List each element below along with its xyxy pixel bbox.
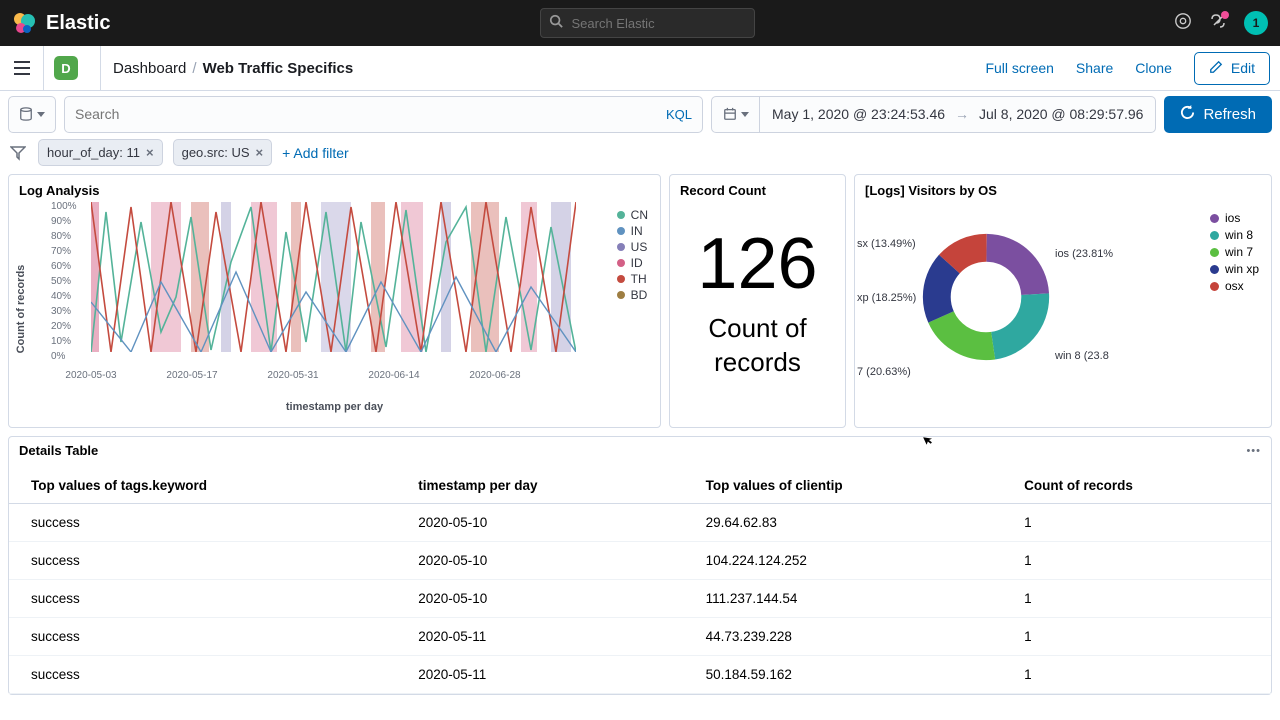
panel-title: [Logs] Visitors by OS	[855, 175, 1271, 202]
date-start: May 1, 2020 @ 23:24:53.46	[772, 106, 945, 122]
log-legend: CNINUSIDTHBD	[617, 206, 648, 304]
panel-title: Record Count	[670, 175, 845, 202]
user-avatar[interactable]: 1	[1244, 11, 1268, 35]
global-search[interactable]	[540, 8, 755, 38]
panel-options-icon[interactable]: •••	[1246, 445, 1261, 457]
refresh-button[interactable]: Refresh	[1164, 96, 1272, 133]
x-tick: 2020-05-31	[267, 370, 318, 381]
refresh-label: Refresh	[1203, 106, 1256, 123]
add-filter-button[interactable]: + Add filter	[282, 145, 349, 161]
search-icon	[549, 14, 563, 33]
pencil-icon	[1209, 60, 1223, 77]
record-count-label: Count of records	[670, 300, 845, 380]
donut-label-winxp: xp (18.25%)	[857, 292, 916, 304]
breadcrumb-root[interactable]: Dashboard	[113, 60, 186, 77]
date-range[interactable]: May 1, 2020 @ 23:24:53.46 → Jul 8, 2020 …	[760, 106, 1155, 122]
donut-label-win8: win 8 (23.8	[1055, 350, 1109, 362]
y-tick: 60%	[51, 262, 71, 272]
table-row[interactable]: success2020-05-10111.237.144.541	[9, 580, 1271, 618]
donut-label-ios: ios (23.81%	[1055, 248, 1113, 260]
help-icon[interactable]	[1174, 12, 1192, 35]
date-picker[interactable]: May 1, 2020 @ 23:24:53.46 → Jul 8, 2020 …	[711, 96, 1156, 133]
record-count-value: 126	[670, 202, 845, 300]
panel-title: Details Table	[19, 443, 98, 458]
fullscreen-button[interactable]: Full screen	[985, 60, 1053, 76]
query-input[interactable]	[75, 106, 656, 122]
app-header: D Dashboard / Web Traffic Specifics Full…	[0, 46, 1280, 91]
y-tick: 10%	[51, 337, 71, 347]
share-button[interactable]: Share	[1076, 60, 1113, 76]
column-header[interactable]: Count of records	[1002, 464, 1271, 504]
breadcrumb-separator: /	[192, 60, 196, 77]
y-tick: 70%	[51, 247, 71, 257]
record-count-panel: Record Count 126 Count of records	[669, 174, 846, 428]
clone-button[interactable]: Clone	[1135, 60, 1172, 76]
table-row[interactable]: success2020-05-1029.64.62.831	[9, 504, 1271, 542]
refresh-icon	[1180, 105, 1195, 124]
y-tick: 20%	[51, 322, 71, 332]
filter-pill-hour[interactable]: hour_of_day: 11×	[38, 139, 163, 166]
table-row[interactable]: success2020-05-1150.184.59.1621	[9, 656, 1271, 694]
kql-toggle[interactable]: KQL	[656, 107, 692, 122]
query-input-wrap[interactable]: KQL	[64, 96, 703, 133]
x-tick: 2020-06-14	[368, 370, 419, 381]
breadcrumb-current: Web Traffic Specifics	[203, 60, 354, 77]
quick-select-button[interactable]	[712, 97, 760, 132]
x-axis-label: timestamp per day	[9, 397, 660, 413]
y-tick: 30%	[51, 307, 71, 317]
y-tick: 100%	[51, 202, 77, 212]
y-tick: 0%	[51, 352, 65, 362]
y-tick: 80%	[51, 232, 71, 242]
log-chart	[91, 202, 576, 352]
date-end: Jul 8, 2020 @ 08:29:57.96	[979, 106, 1143, 122]
newsfeed-icon[interactable]	[1210, 13, 1226, 34]
arrow-right-icon: →	[955, 106, 969, 122]
nav-toggle-button[interactable]	[0, 46, 44, 90]
elastic-logo-icon	[12, 11, 36, 35]
global-search-input[interactable]	[571, 16, 747, 31]
log-analysis-panel: Log Analysis Count of records 100% 90% 80%…	[8, 174, 661, 428]
query-bar: KQL May 1, 2020 @ 23:24:53.46 → Jul 8, 2…	[0, 91, 1280, 137]
edit-label: Edit	[1231, 60, 1255, 76]
table-row[interactable]: success2020-05-10104.224.124.2521	[9, 542, 1271, 580]
filter-pill-geo[interactable]: geo.src: US×	[173, 139, 273, 166]
panel-title: Log Analysis	[9, 175, 660, 202]
x-tick: 2020-06-28	[469, 370, 520, 381]
space-selector[interactable]: D	[54, 56, 78, 80]
filter-bar: hour_of_day: 11× geo.src: US× + Add filt…	[0, 137, 1280, 174]
column-header[interactable]: Top values of tags.keyword	[9, 464, 396, 504]
table-row[interactable]: success2020-05-1144.73.239.2281	[9, 618, 1271, 656]
breadcrumb: Dashboard / Web Traffic Specifics	[113, 60, 353, 77]
y-tick: 40%	[51, 292, 71, 302]
y-tick: 50%	[51, 277, 71, 287]
details-table-panel: Details Table ••• Top values of tags.key…	[8, 436, 1272, 695]
brand-text: Elastic	[46, 12, 110, 35]
visitors-panel: [Logs] Visitors by OS sx (13.49%) ios (2…	[854, 174, 1272, 428]
donut-label-osx: sx (13.49%)	[857, 238, 916, 250]
x-tick: 2020-05-17	[166, 370, 217, 381]
filter-options-button[interactable]	[8, 143, 28, 163]
visitors-donut-chart	[921, 232, 1051, 362]
logo[interactable]: Elastic	[12, 11, 110, 35]
y-tick: 90%	[51, 217, 71, 227]
close-icon[interactable]: ×	[256, 145, 264, 160]
close-icon[interactable]: ×	[146, 145, 154, 160]
edit-button[interactable]: Edit	[1194, 52, 1270, 85]
y-axis-label: Count of records	[15, 265, 27, 354]
x-tick: 2020-05-03	[65, 370, 116, 381]
column-header[interactable]: Top values of clientip	[684, 464, 1003, 504]
column-header[interactable]: timestamp per day	[396, 464, 683, 504]
donut-label-win7: 7 (20.63%)	[857, 366, 911, 378]
visitors-legend: ioswin 8win 7win xposx	[1210, 208, 1259, 296]
details-table: Top values of tags.keywordtimestamp per …	[9, 464, 1271, 694]
saved-query-button[interactable]	[8, 96, 56, 133]
global-header: Elastic 1	[0, 0, 1280, 46]
